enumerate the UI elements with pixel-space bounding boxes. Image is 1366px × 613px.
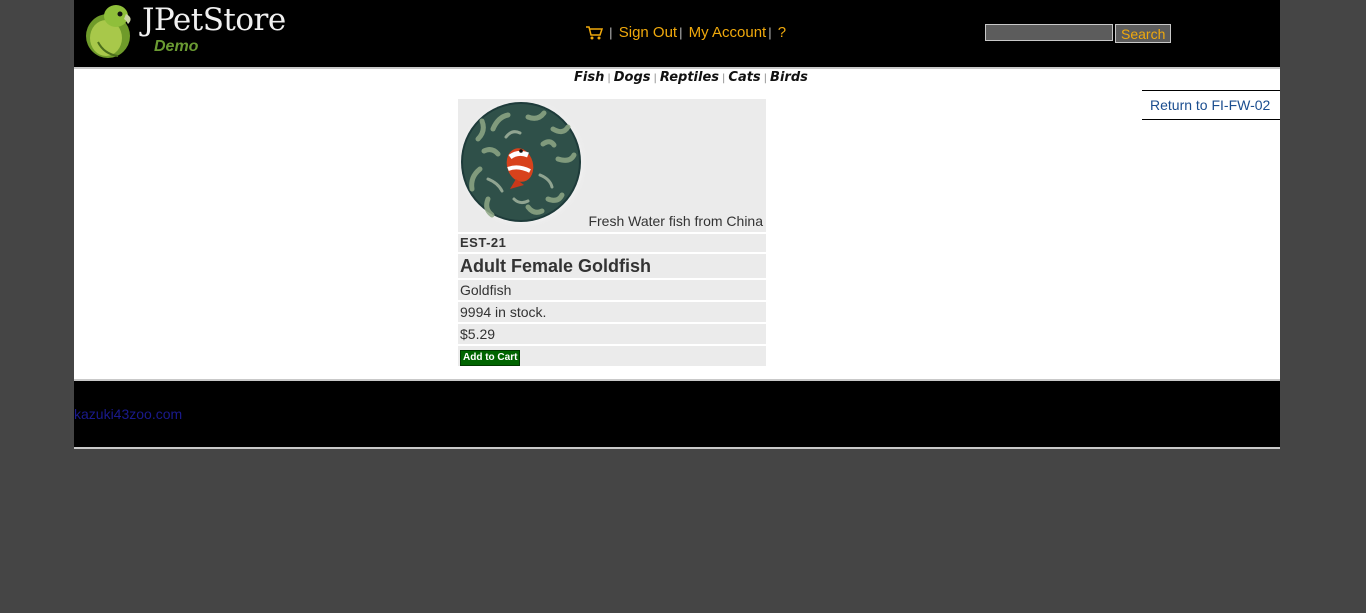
search-form: Search bbox=[985, 24, 1172, 43]
return-link[interactable]: Return to FI-FW-02 bbox=[1150, 97, 1270, 113]
quicklink-separator: | bbox=[722, 73, 726, 84]
product-name: Goldfish bbox=[458, 280, 766, 300]
main-content: Fish | Dogs | Reptiles | Cats | Birds Return to … bbox=[74, 69, 1280, 379]
menu-separator: | bbox=[609, 25, 613, 40]
back-link-box: Return to FI-FW-02 bbox=[1142, 90, 1280, 120]
item-id: EST-21 bbox=[458, 234, 766, 252]
menu-separator: | bbox=[768, 25, 772, 40]
clownfish-image bbox=[458, 99, 588, 229]
item-detail: Fresh Water fish from China EST-21 Adult… bbox=[458, 99, 766, 368]
quicklink-dogs[interactable]: Dogs bbox=[614, 70, 651, 85]
logo-subtitle: Demo bbox=[154, 38, 199, 55]
quicklink-cats[interactable]: Cats bbox=[728, 70, 760, 85]
sign-out-link[interactable]: Sign Out bbox=[619, 24, 677, 41]
header: JPetStore Demo | Sign Out | My Account | ?… bbox=[74, 0, 1280, 67]
add-to-cart-button[interactable]: Add to Cart bbox=[460, 350, 521, 366]
item-image-row: Fresh Water fish from China bbox=[458, 99, 766, 232]
footer-link[interactable]: kazuki43zoo.com bbox=[74, 406, 182, 422]
help-link[interactable]: ? bbox=[778, 24, 786, 41]
logo[interactable]: JPetStore Demo bbox=[84, 2, 294, 60]
item-description: Fresh Water fish from China bbox=[588, 213, 763, 229]
header-menu: | Sign Out | My Account | ? bbox=[586, 24, 786, 41]
footer-divider bbox=[74, 447, 1280, 449]
item-name: Adult Female Goldfish bbox=[458, 254, 766, 278]
quicklink-separator: | bbox=[653, 73, 657, 84]
parrot-logo-icon bbox=[86, 5, 131, 58]
search-input[interactable] bbox=[985, 24, 1113, 41]
my-account-link[interactable]: My Account bbox=[689, 24, 767, 41]
page: JPetStore Demo | Sign Out | My Account | ?… bbox=[74, 0, 1280, 449]
quicklink-reptiles[interactable]: Reptiles bbox=[660, 70, 719, 85]
item-price: $5.29 bbox=[458, 324, 766, 344]
stock-quantity: 9994 in stock. bbox=[458, 302, 766, 322]
add-to-cart-row: Add to Cart bbox=[458, 346, 766, 366]
menu-separator: | bbox=[679, 25, 683, 40]
search-button[interactable]: Search bbox=[1115, 24, 1172, 43]
cart-link[interactable] bbox=[586, 24, 607, 41]
quicklink-separator: | bbox=[763, 73, 768, 84]
quicklink-fish[interactable]: Fish bbox=[574, 70, 604, 85]
quick-links: Fish | Dogs | Reptiles | Cats | Birds bbox=[574, 70, 808, 85]
footer: kazuki43zoo.com bbox=[74, 381, 1280, 447]
quicklink-separator: | bbox=[607, 73, 611, 84]
logo-title: JPetStore bbox=[142, 2, 286, 38]
shopping-cart-icon bbox=[586, 26, 603, 40]
quicklink-birds[interactable]: Birds bbox=[770, 70, 808, 85]
